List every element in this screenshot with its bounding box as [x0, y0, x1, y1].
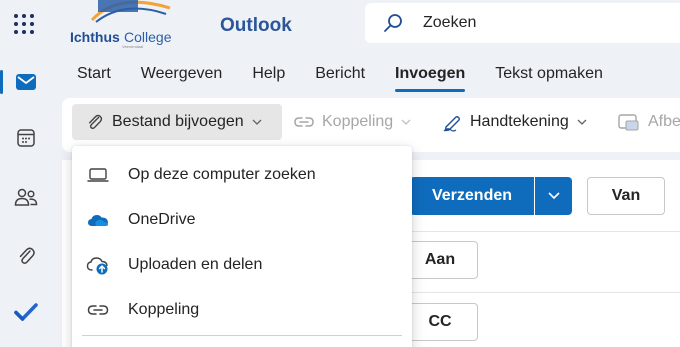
menu-item-label: Koppeling — [128, 301, 200, 318]
divider — [410, 292, 680, 293]
chevron-down-icon — [252, 119, 262, 125]
attach-file-button[interactable]: Bestand bijvoegen — [72, 104, 282, 140]
search-placeholder: Zoeken — [423, 14, 477, 31]
laptop-icon — [86, 163, 110, 187]
send-button-group: Verzenden — [410, 177, 572, 215]
cc-button[interactable]: CC — [402, 303, 478, 341]
todo-icon — [14, 303, 38, 321]
menu-separator — [82, 335, 402, 336]
to-button[interactable]: Aan — [402, 241, 478, 279]
link-icon — [294, 117, 314, 127]
people-icon — [14, 188, 38, 206]
search-icon — [384, 14, 402, 32]
attach-file-label: Bestand bijvoegen — [112, 113, 244, 130]
menu-item-label: OneDrive — [128, 211, 196, 228]
cloud-upload-icon — [86, 253, 110, 277]
signature-label: Handtekening — [470, 113, 569, 130]
send-options-button[interactable] — [534, 177, 572, 215]
menu-item-label: Op deze computer zoeken — [128, 166, 316, 183]
app-launcher-icon[interactable] — [14, 13, 36, 35]
link-label: Koppeling — [322, 113, 394, 130]
rail-item-todo[interactable] — [0, 292, 52, 332]
attach-file-menu: Op deze computer zoeken OneDrive Uploade… — [72, 146, 412, 347]
signature-button[interactable]: Handtekening — [442, 104, 587, 140]
rail-item-people[interactable] — [0, 177, 52, 217]
from-button[interactable]: Van — [587, 177, 665, 215]
menu-item-upload-share[interactable]: Uploaden en delen — [72, 243, 412, 287]
attachment-icon — [19, 247, 35, 265]
chevron-down-icon — [401, 119, 411, 125]
paperclip-icon — [88, 114, 103, 130]
app-title[interactable]: Outlook — [220, 15, 292, 37]
tab-message[interactable]: Bericht — [300, 54, 380, 94]
school-logo: Ichthus College Veenendaal — [66, 0, 178, 50]
menu-item-onedrive[interactable]: OneDrive — [72, 198, 412, 242]
chevron-down-icon — [577, 119, 587, 125]
tab-help[interactable]: Help — [237, 54, 300, 94]
svg-text:College: College — [124, 29, 172, 45]
menu-item-browse-computer[interactable]: Op deze computer zoeken — [72, 153, 412, 197]
signature-pen-icon — [443, 116, 460, 132]
svg-text:Ichthus: Ichthus — [70, 29, 120, 45]
menu-item-label: Uploaden en delen — [128, 256, 263, 273]
menu-item-link[interactable]: Koppeling — [72, 288, 412, 332]
left-rail — [0, 50, 52, 347]
insert-picture-label: Afbe — [648, 113, 680, 130]
ribbon-tabs: Start Weergeven Help Bericht Invoegen Te… — [62, 54, 618, 94]
rail-item-calendar[interactable] — [0, 118, 52, 158]
ribbon-toolbar: Bestand bijvoegen Koppeling Handtekening… — [62, 98, 680, 152]
chevron-down-icon — [547, 192, 560, 200]
onedrive-icon — [86, 208, 110, 232]
insert-picture-button[interactable]: Afbe — [618, 104, 680, 140]
rail-item-files[interactable] — [0, 236, 52, 276]
calendar-icon — [17, 129, 35, 147]
send-button[interactable]: Verzenden — [410, 177, 534, 215]
picture-icon — [618, 114, 639, 131]
divider — [410, 231, 680, 232]
tab-start[interactable]: Start — [62, 54, 126, 94]
mail-icon — [16, 74, 36, 90]
svg-text:Veenendaal: Veenendaal — [122, 44, 143, 49]
rail-item-mail[interactable] — [0, 62, 52, 102]
link-button[interactable]: Koppeling — [294, 104, 411, 140]
link-icon — [86, 298, 110, 322]
tab-view[interactable]: Weergeven — [126, 54, 238, 94]
tab-format-text[interactable]: Tekst opmaken — [480, 54, 618, 94]
top-bar: Ichthus College Veenendaal Outlook Zoeke… — [0, 0, 680, 50]
search-box[interactable]: Zoeken — [365, 3, 680, 43]
tab-insert[interactable]: Invoegen — [380, 54, 480, 94]
